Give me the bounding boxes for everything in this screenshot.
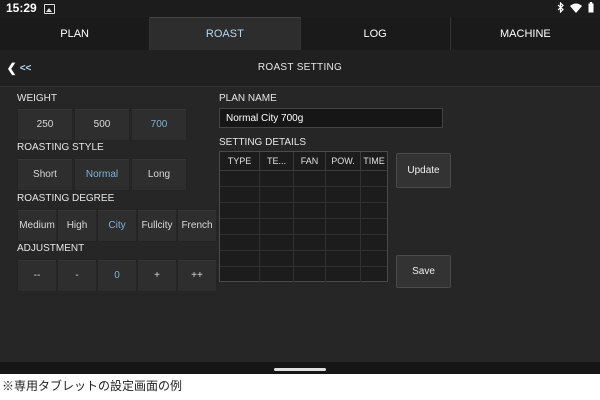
caption-text: ※専用タブレットの設定画面の例 [2,379,183,393]
style-short-button[interactable]: Short [17,158,73,191]
degree-fullcity-button[interactable]: Fullcity [137,209,177,242]
tab-plan[interactable]: PLAN [0,17,151,50]
degree-french-button[interactable]: French [177,209,217,242]
style-normal-button[interactable]: Normal [74,158,130,191]
style-long-button[interactable]: Long [131,158,187,191]
bluetooth-icon [557,2,564,13]
wifi-icon [570,3,582,13]
weight-500-button[interactable]: 500 [74,108,130,141]
status-time: 15:29 [6,1,37,15]
tab-machine[interactable]: MACHINE [451,17,600,50]
weight-700-button[interactable]: 700 [131,108,187,141]
table-row [220,219,387,235]
page-title: ROAST SETTING [257,62,343,73]
setting-details-table[interactable]: TYPE TE... FAN POW. TIME [219,151,388,282]
table-header: TYPE TE... FAN POW. TIME [220,152,387,171]
app-screen: 15:29 PLAN ROAST LOG MACHINE ❮ << ROAST … [0,0,600,374]
weight-label: WEIGHT [17,93,57,104]
roasting-degree-label: ROASTING DEGREE [17,193,115,204]
column-header-fan: FAN [294,152,326,170]
home-indicator[interactable] [274,368,326,371]
setting-details-label: SETTING DETAILS [219,137,307,148]
page-header: ❮ << ROAST SETTING [0,50,600,87]
system-icons [557,2,594,13]
main-tabs: PLAN ROAST LOG MACHINE [0,17,600,50]
column-header-power: POW. [326,152,361,170]
image-notification-icon [44,4,55,14]
adjust-plus-button[interactable]: + [137,259,177,292]
update-button[interactable]: Update [396,153,451,188]
save-button[interactable]: Save [396,255,451,288]
column-header-temp: TE... [260,152,294,170]
table-row [220,235,387,251]
table-row [220,187,387,203]
weight-250-button[interactable]: 250 [17,108,73,141]
degree-high-button[interactable]: High [57,209,97,242]
plan-name-label: PLAN NAME [219,93,277,104]
table-row [220,203,387,219]
tab-log[interactable]: LOG [301,17,451,50]
status-bar: 15:29 [0,0,600,17]
adjust-plus-plus-button[interactable]: ++ [177,259,217,292]
column-header-time: TIME [363,156,385,166]
table-row [220,171,387,187]
adjust-zero-button[interactable]: 0 [97,259,137,292]
tab-roast[interactable]: ROAST [150,17,301,50]
adjustment-label: ADJUSTMENT [17,243,85,254]
table-row [220,251,387,267]
table-row [220,267,387,282]
battery-icon [588,2,594,13]
column-header-type: TYPE [220,152,260,170]
degree-city-button[interactable]: City [97,209,137,242]
adjust-minus-minus-button[interactable]: -- [17,259,57,292]
roasting-style-label: ROASTING STYLE [17,142,104,153]
adjust-minus-button[interactable]: - [57,259,97,292]
degree-medium-button[interactable]: Medium [17,209,57,242]
plan-name-input[interactable]: Normal City 700g [219,108,443,128]
